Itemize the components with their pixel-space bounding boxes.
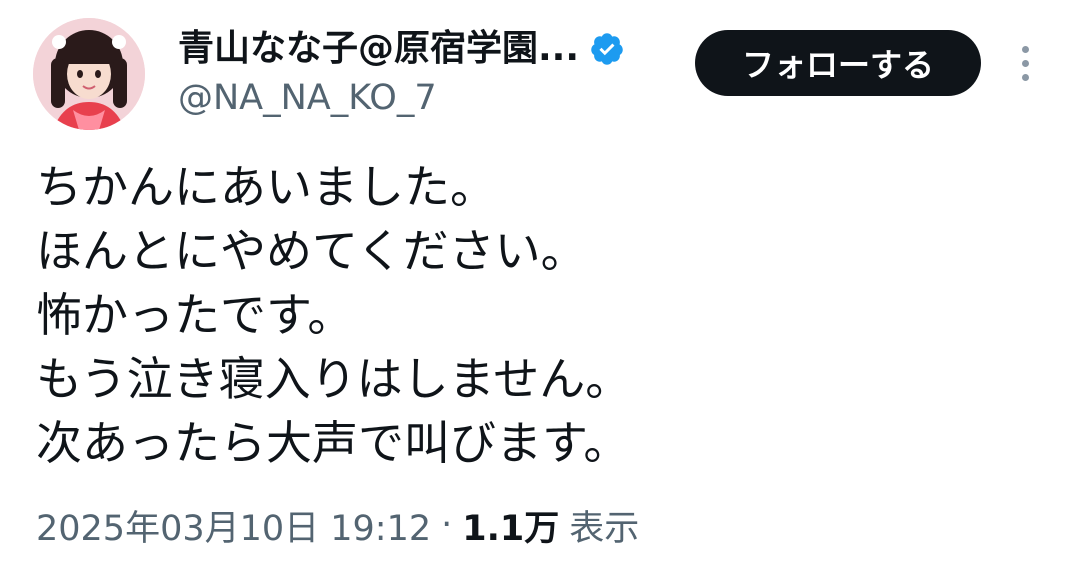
avatar[interactable] — [33, 18, 145, 130]
more-dot — [1021, 59, 1029, 67]
author-handle[interactable]: @NA_NA_KO_7 — [178, 76, 437, 120]
tweet-text-line: 次あったら大声で叫びます。 — [36, 416, 630, 470]
more-options-icon[interactable] — [1008, 40, 1042, 86]
tweet: 青山なな子@原宿学園... @NA_NA_KO_7 フォローする ちかんにあいま… — [0, 0, 1080, 565]
tweet-meta: 2025年03月10日 19:12 · 1.1万 表示 — [36, 500, 639, 550]
follow-button[interactable]: フォローする — [695, 30, 981, 96]
more-dot — [1021, 45, 1029, 53]
views-count: 1.1万 — [462, 508, 560, 549]
author-name-row[interactable]: 青山なな子@原宿学園... — [178, 26, 625, 72]
views-label: 表示 — [569, 508, 640, 549]
tweet-text-line: ほんとにやめてください。 — [36, 224, 587, 278]
tweet-text-line: 怖かったです。 — [36, 288, 354, 342]
timestamp[interactable]: 2025年03月10日 19:12 — [36, 500, 431, 551]
avatar-image — [33, 18, 145, 130]
more-dot — [1021, 73, 1029, 81]
tweet-text: ちかんにあいました。 ほんとにやめてください。 怖かったです。 もう泣き寝入りは… — [36, 155, 1046, 475]
tweet-text-line: もう泣き寝入りはしません。 — [36, 352, 632, 406]
verified-badge-icon — [589, 31, 625, 67]
display-name[interactable]: 青山なな子@原宿学園... — [178, 26, 579, 72]
tweet-text-line: ちかんにあいました。 — [36, 160, 496, 214]
meta-separator: · — [441, 505, 453, 545]
